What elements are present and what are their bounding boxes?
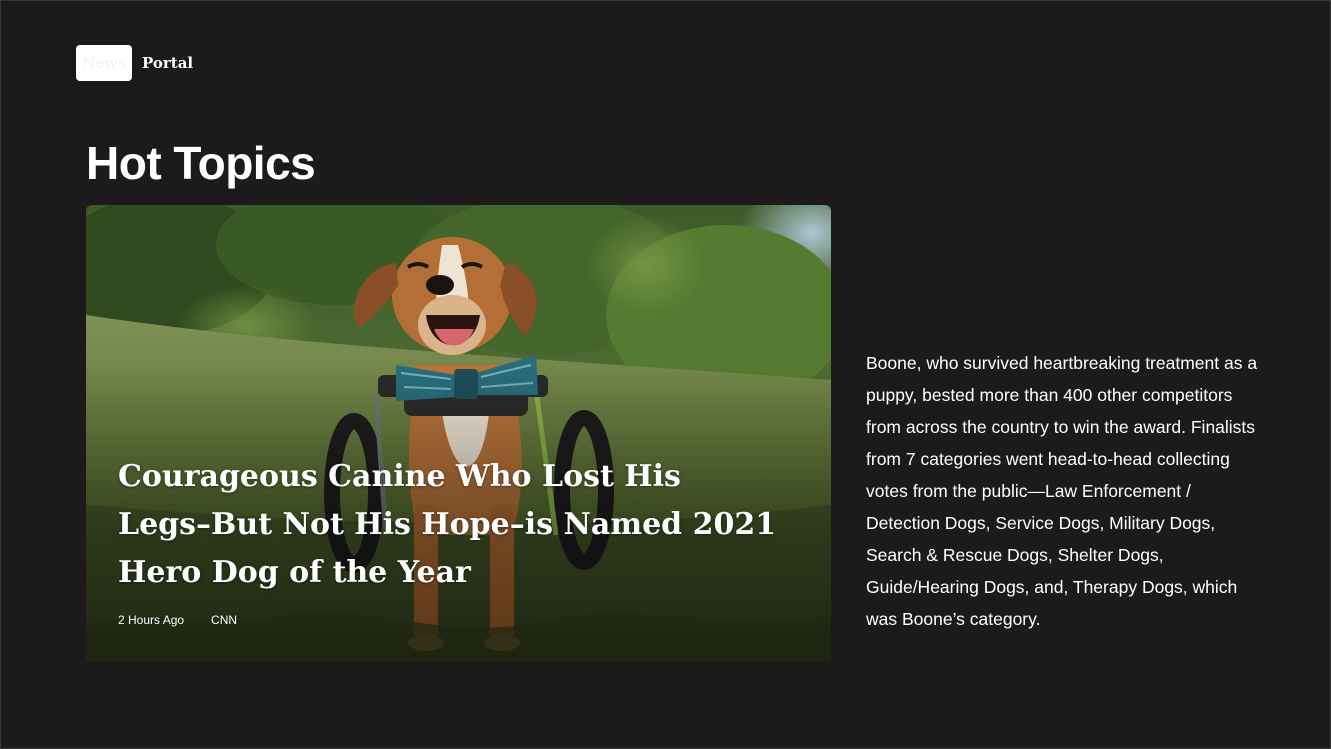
article-time: 2 Hours Ago — [118, 613, 185, 627]
logo-mark-text: News — [82, 54, 126, 72]
article-headline[interactable]: Courageous Canine Who Lost His Legs–But … — [118, 453, 778, 597]
featured-article-card[interactable]: Courageous Canine Who Lost His Legs–But … — [86, 205, 831, 662]
logo-mark: News — [76, 45, 132, 81]
article-source[interactable]: CNN — [211, 613, 237, 627]
page-title: Hot Topics — [86, 137, 316, 189]
article-meta: 2 Hours Ago CNN — [118, 613, 237, 627]
logo[interactable]: News Portal — [76, 45, 193, 81]
page-frame: News Portal Hot Topics Courageous Canine… — [0, 0, 1331, 749]
article-summary: Boone, who survived heartbreaking treatm… — [866, 353, 1258, 629]
logo-label: Portal — [142, 54, 194, 72]
